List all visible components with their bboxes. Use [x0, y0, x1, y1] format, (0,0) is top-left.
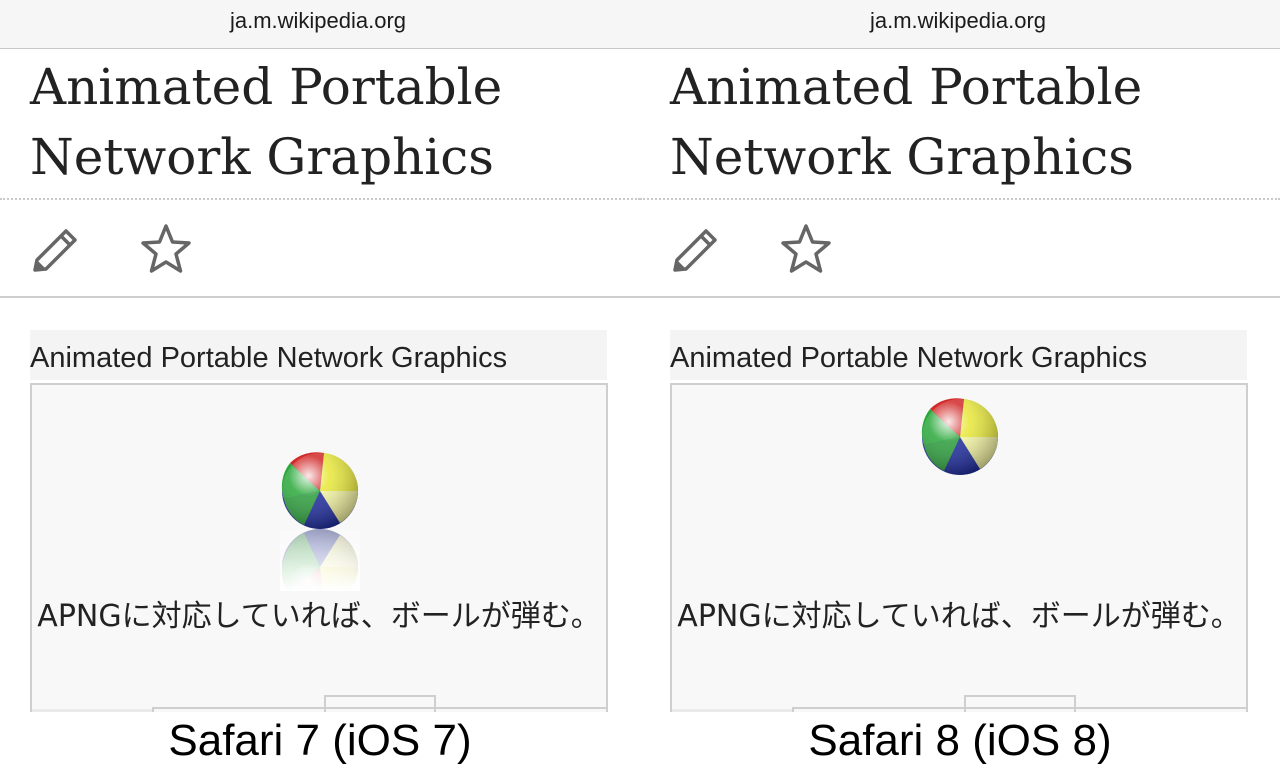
- infobox: APNGに対応していれば、ボールが弾む。: [670, 383, 1248, 712]
- page-title: Animated Portable Network Graphics: [30, 58, 503, 186]
- title-divider: [0, 198, 640, 200]
- infobox-table-edge: [672, 695, 1246, 712]
- infobox-table-edge: [32, 695, 606, 712]
- pencil-icon[interactable]: [668, 222, 724, 278]
- image-caption: APNGに対応していれば、ボールが弾む。: [37, 599, 601, 634]
- beach-ball-icon: [920, 397, 1000, 537]
- url-text[interactable]: ja.m.wikipedia.org: [640, 8, 1276, 34]
- panel-label-safari-8: Safari 8 (iOS 8): [808, 716, 1112, 765]
- address-bar[interactable]: ja.m.wikipedia.org: [0, 0, 640, 49]
- star-icon[interactable]: [138, 222, 194, 278]
- star-icon[interactable]: [778, 222, 834, 278]
- actions-divider: [0, 296, 640, 298]
- actions-divider: [640, 296, 1280, 298]
- panel-label-safari-7: Safari 7 (iOS 7): [168, 716, 472, 765]
- infobox-heading: Animated Portable Network Graphics: [670, 330, 1247, 380]
- image-caption: APNGに対応していれば、ボールが弾む。: [677, 599, 1241, 634]
- address-bar[interactable]: ja.m.wikipedia.org: [640, 0, 1280, 49]
- page-title: Animated Portable Network Graphics: [670, 58, 1143, 186]
- infobox-heading: Animated Portable Network Graphics: [30, 330, 607, 380]
- browser-panel-safari-8: ja.m.wikipedia.org Animated Portable Net…: [640, 0, 1280, 712]
- beach-ball-icon: [280, 451, 360, 606]
- pencil-icon[interactable]: [28, 222, 84, 278]
- browser-panel-safari-7: ja.m.wikipedia.org Animated Portable Net…: [0, 0, 640, 712]
- infobox: APNGに対応していれば、ボールが弾む。: [30, 383, 608, 712]
- title-divider: [640, 198, 1280, 200]
- url-text[interactable]: ja.m.wikipedia.org: [0, 8, 636, 34]
